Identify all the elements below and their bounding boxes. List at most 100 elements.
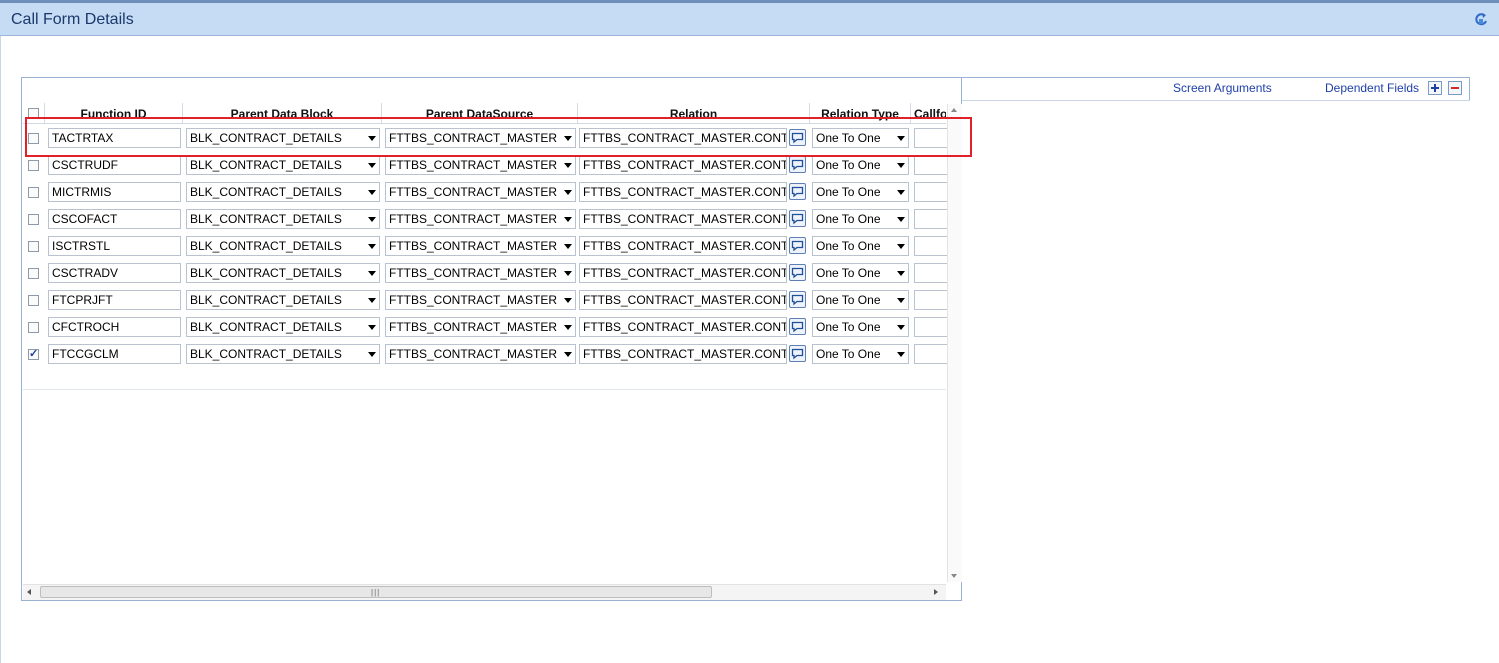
relation-lov-icon[interactable] [789, 291, 806, 308]
relation-type-value: One To One [816, 266, 881, 280]
row-checkbox[interactable] [28, 295, 39, 306]
relation-field[interactable]: FTTBS_CONTRACT_MASTER.CONT [579, 344, 787, 364]
parent-data-block-select[interactable]: BLK_CONTRACT_DETAILS [186, 290, 380, 310]
scroll-right-icon[interactable] [934, 589, 938, 595]
relation-type-select[interactable]: One To One [812, 317, 909, 337]
parent-data-block-value: BLK_CONTRACT_DETAILS [190, 293, 342, 307]
dropdown-arrow-icon [564, 217, 572, 222]
table-row: FTCCGCLM BLK_CONTRACT_DETAILS FTTBS_CONTRA… [23, 340, 948, 367]
relation-type-select[interactable]: One To One [812, 290, 909, 310]
relation-type-value: One To One [816, 320, 881, 334]
function-id-field[interactable]: CSCTRADV [48, 263, 181, 283]
dropdown-arrow-icon [368, 325, 376, 330]
parent-data-block-value: BLK_CONTRACT_DETAILS [190, 320, 342, 334]
dropdown-arrow-icon [897, 190, 905, 195]
relation-type-select[interactable]: One To One [812, 344, 909, 364]
function-id-field[interactable]: ISCTRSTL [48, 236, 181, 256]
relation-field[interactable]: FTTBS_CONTRACT_MASTER.CONT [579, 155, 787, 175]
function-id-field[interactable]: CSCTRUDF [48, 155, 181, 175]
parent-datasource-select[interactable]: FTTBS_CONTRACT_MASTER [385, 182, 576, 202]
callform-field[interactable] [914, 155, 948, 175]
relation-type-select[interactable]: One To One [812, 182, 909, 202]
callform-field[interactable] [914, 290, 948, 310]
parent-datasource-select[interactable]: FTTBS_CONTRACT_MASTER [385, 263, 576, 283]
relation-field[interactable]: FTTBS_CONTRACT_MASTER.CONT [579, 209, 787, 229]
parent-datasource-value: FTTBS_CONTRACT_MASTER [389, 158, 558, 172]
relation-lov-icon[interactable] [789, 183, 806, 200]
callform-field[interactable] [914, 182, 948, 202]
function-id-field[interactable]: MICTRMIS [48, 182, 181, 202]
exit-icon[interactable] [1473, 12, 1489, 28]
parent-data-block-select[interactable]: BLK_CONTRACT_DETAILS [186, 209, 380, 229]
dropdown-arrow-icon [368, 217, 376, 222]
vertical-scrollbar[interactable] [947, 104, 962, 582]
dropdown-arrow-icon [368, 298, 376, 303]
row-checkbox[interactable] [28, 241, 39, 252]
parent-data-block-select[interactable]: BLK_CONTRACT_DETAILS [186, 182, 380, 202]
horizontal-scroll-thumb[interactable]: ||| [40, 586, 712, 598]
horizontal-scrollbar[interactable]: ||| [23, 584, 946, 600]
table-row: CSCOFACT BLK_CONTRACT_DETAILS FTTBS_CONTRA… [23, 205, 948, 232]
callform-field[interactable] [914, 263, 948, 283]
relation-lov-icon[interactable] [789, 345, 806, 362]
table-row: FTCPRJFT BLK_CONTRACT_DETAILS FTTBS_CONTRA… [23, 286, 948, 313]
parent-data-block-select[interactable]: BLK_CONTRACT_DETAILS [186, 344, 380, 364]
relation-lov-icon[interactable] [789, 156, 806, 173]
parent-datasource-select[interactable]: FTTBS_CONTRACT_MASTER [385, 209, 576, 229]
function-id-field[interactable]: CFCTROCH [48, 317, 181, 337]
dependent-fields-link[interactable]: Dependent Fields [1325, 81, 1419, 95]
callform-field[interactable] [914, 317, 948, 337]
parent-datasource-value: FTTBS_CONTRACT_MASTER [389, 185, 558, 199]
function-id-field[interactable]: FTCPRJFT [48, 290, 181, 310]
callform-field[interactable] [914, 236, 948, 256]
relation-type-select[interactable]: One To One [812, 236, 909, 256]
relation-lov-icon[interactable] [789, 237, 806, 254]
parent-data-block-select[interactable]: BLK_CONTRACT_DETAILS [186, 263, 380, 283]
table-row: MICTRMIS BLK_CONTRACT_DETAILS FTTBS_CONTRA… [23, 178, 948, 205]
parent-datasource-select[interactable]: FTTBS_CONTRACT_MASTER [385, 317, 576, 337]
row-checkbox[interactable] [28, 214, 39, 225]
parent-data-block-value: BLK_CONTRACT_DETAILS [190, 239, 342, 253]
parent-datasource-select[interactable]: FTTBS_CONTRACT_MASTER [385, 236, 576, 256]
relation-lov-icon[interactable] [789, 318, 806, 335]
parent-datasource-select[interactable]: FTTBS_CONTRACT_MASTER [385, 344, 576, 364]
parent-data-block-value: BLK_CONTRACT_DETAILS [190, 266, 342, 280]
parent-data-block-select[interactable]: BLK_CONTRACT_DETAILS [186, 317, 380, 337]
parent-datasource-select[interactable]: FTTBS_CONTRACT_MASTER [385, 290, 576, 310]
function-id-field[interactable]: CSCOFACT [48, 209, 181, 229]
row-checkbox[interactable] [28, 347, 39, 360]
dropdown-arrow-icon [897, 163, 905, 168]
parent-data-block-select[interactable]: BLK_CONTRACT_DETAILS [186, 155, 380, 175]
parent-data-block-value: BLK_CONTRACT_DETAILS [190, 185, 342, 199]
relation-field[interactable]: FTTBS_CONTRACT_MASTER.CONT [579, 263, 787, 283]
function-id-field[interactable]: FTCCGCLM [48, 344, 181, 364]
callform-field[interactable] [914, 344, 948, 364]
row-checkbox[interactable] [28, 187, 39, 198]
dropdown-arrow-icon [564, 190, 572, 195]
scroll-left-icon[interactable] [27, 589, 31, 595]
scroll-down-icon[interactable] [951, 574, 957, 578]
parent-datasource-value: FTTBS_CONTRACT_MASTER [389, 293, 558, 307]
parent-data-block-select[interactable]: BLK_CONTRACT_DETAILS [186, 236, 380, 256]
relation-type-select[interactable]: One To One [812, 155, 909, 175]
row-checkbox[interactable] [28, 268, 39, 279]
relation-field[interactable]: FTTBS_CONTRACT_MASTER.CONT [579, 290, 787, 310]
minus-icon[interactable] [1448, 81, 1462, 95]
plus-icon[interactable] [1428, 81, 1442, 95]
parent-datasource-select[interactable]: FTTBS_CONTRACT_MASTER [385, 155, 576, 175]
relation-type-select[interactable]: One To One [812, 209, 909, 229]
relation-lov-icon[interactable] [789, 210, 806, 227]
relation-lov-icon[interactable] [789, 264, 806, 281]
relation-type-select[interactable]: One To One [812, 263, 909, 283]
scroll-up-icon[interactable] [951, 108, 957, 112]
screen-arguments-link[interactable]: Screen Arguments [1173, 81, 1272, 95]
row-checkbox[interactable] [28, 322, 39, 333]
table-row: CFCTROCH BLK_CONTRACT_DETAILS FTTBS_CONTRA… [23, 313, 948, 340]
dropdown-arrow-icon [564, 352, 572, 357]
relation-field[interactable]: FTTBS_CONTRACT_MASTER.CONT [579, 182, 787, 202]
relation-field[interactable]: FTTBS_CONTRACT_MASTER.CONT [579, 236, 787, 256]
title-bar: Call Form Details [0, 0, 1499, 36]
callform-field[interactable] [914, 209, 948, 229]
relation-field[interactable]: FTTBS_CONTRACT_MASTER.CONT [579, 317, 787, 337]
row-checkbox[interactable] [28, 160, 39, 171]
